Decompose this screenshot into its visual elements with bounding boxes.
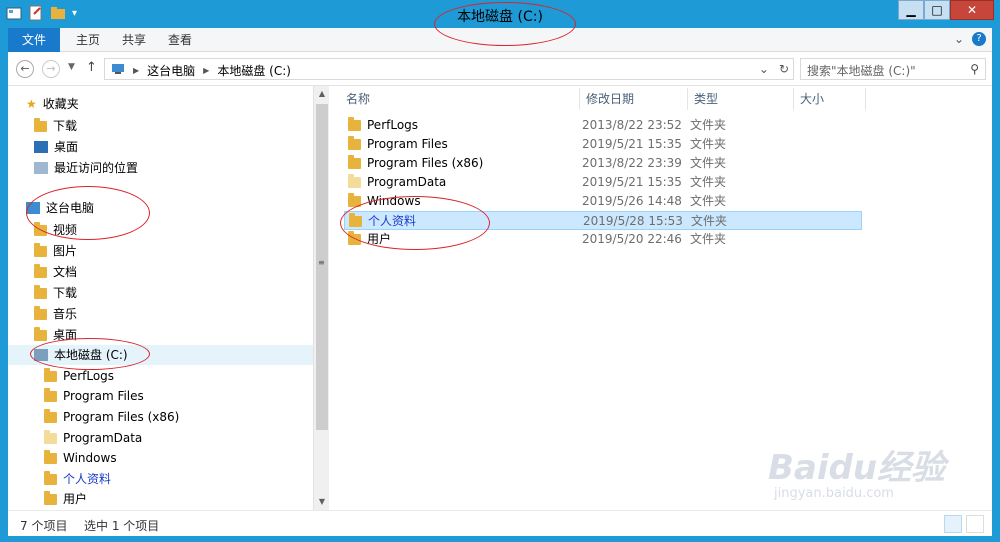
- tab-share[interactable]: 共享: [112, 28, 156, 52]
- column-date[interactable]: 修改日期: [580, 88, 688, 110]
- computer-small-icon: [111, 63, 125, 78]
- scroll-down-icon[interactable]: ▼: [314, 494, 330, 510]
- downloads-folder-icon: [34, 284, 47, 299]
- nav-favorite-downloads[interactable]: 下载: [34, 116, 77, 136]
- search-box[interactable]: 搜索"本地磁盘 (C:)" ⚲: [800, 58, 986, 80]
- breadcrumb-separator-icon: ▶: [203, 66, 210, 75]
- file-row[interactable]: Program Files (x86) 2013/8/22 23:39 文件夹: [344, 154, 862, 173]
- forward-button[interactable]: →: [42, 60, 60, 78]
- annotation-ellipse: [26, 186, 150, 240]
- folder-icon: [44, 387, 57, 402]
- folder-icon: [44, 470, 57, 485]
- nav-favorite-recent[interactable]: 最近访问的位置: [34, 158, 138, 178]
- back-button[interactable]: ←: [16, 60, 34, 78]
- nav-drive-windows[interactable]: Windows: [44, 448, 117, 468]
- nav-pc-music[interactable]: 音乐: [34, 304, 77, 324]
- folder-icon: [44, 449, 57, 464]
- file-row[interactable]: Program Files 2019/5/21 15:35 文件夹: [344, 135, 862, 154]
- breadcrumb-separator-icon: ▶: [133, 66, 140, 75]
- tab-view[interactable]: 查看: [158, 28, 202, 52]
- expand-ribbon-icon[interactable]: ⌄: [954, 32, 964, 46]
- up-arrow-icon[interactable]: ↑: [86, 60, 97, 75]
- column-size[interactable]: 大小: [794, 88, 866, 110]
- scroll-thumb[interactable]: [316, 104, 328, 430]
- details-view-button[interactable]: [944, 515, 962, 533]
- breadcrumb-this-pc[interactable]: 这台电脑: [147, 62, 195, 79]
- nav-favorites[interactable]: ★ 收藏夹: [26, 94, 79, 114]
- watermark-logo: Baidu经验: [768, 448, 946, 488]
- search-placeholder: 搜索"本地磁盘 (C:)": [807, 64, 916, 78]
- navigation-bar: ← → ▼ ↑ ▶ 这台电脑 ▶ 本地磁盘 (C:) ⌄ ↻ 搜索"本地磁盘 (…: [8, 52, 992, 86]
- file-row[interactable]: ProgramData 2019/5/21 15:35 文件夹: [344, 173, 862, 192]
- scroll-up-icon[interactable]: ▲: [314, 86, 330, 102]
- tab-file[interactable]: 文件: [8, 28, 60, 52]
- recent-locations-icon[interactable]: ▼: [68, 62, 75, 72]
- music-folder-icon: [34, 305, 47, 320]
- folder-icon: [348, 155, 361, 169]
- desktop-folder-icon: [34, 326, 47, 341]
- nav-pc-pictures[interactable]: 图片: [34, 241, 77, 261]
- watermark-url: jingyan.baidu.com: [774, 486, 894, 501]
- breadcrumb-local-disk[interactable]: 本地磁盘 (C:): [217, 62, 291, 79]
- folder-icon: [44, 490, 57, 505]
- close-button[interactable]: ✕: [950, 0, 994, 20]
- nav-scrollbar[interactable]: ▲ ≡ ▼: [313, 86, 329, 510]
- nav-drive-users[interactable]: 用户: [44, 489, 87, 509]
- tab-home[interactable]: 主页: [66, 28, 110, 52]
- nav-pc-documents[interactable]: 文档: [34, 262, 77, 282]
- address-bar[interactable]: ▶ 这台电脑 ▶ 本地磁盘 (C:) ⌄ ↻: [104, 58, 794, 80]
- nav-drive-programdata[interactable]: ProgramData: [44, 428, 142, 448]
- explorer-window: ▾ 本地磁盘 (C:) ▁ □ ✕ 文件 主页 共享 查看 ⌄ ? ← → ▼ …: [0, 0, 1000, 542]
- hidden-folder-icon: [348, 174, 361, 188]
- window-controls: ▁ □ ✕: [898, 0, 994, 20]
- annotation-ellipse: [340, 196, 490, 250]
- annotation-ellipse: [434, 2, 576, 46]
- documents-folder-icon: [34, 263, 47, 278]
- hidden-folder-icon: [44, 429, 57, 444]
- folder-icon: [44, 367, 57, 382]
- recent-places-icon: [34, 162, 48, 174]
- grip-icon: ≡: [318, 258, 325, 267]
- navigation-pane: ★ 收藏夹 下载 桌面 最近访问的位置 这台电脑 视频 图片 文档 下载 音乐 …: [8, 86, 313, 510]
- address-history-icon[interactable]: ⌄: [759, 62, 769, 76]
- star-icon: ★: [26, 97, 37, 111]
- file-row[interactable]: PerfLogs 2013/8/22 23:52 文件夹: [344, 116, 862, 135]
- nav-drive-program-files-x86[interactable]: Program Files (x86): [44, 407, 179, 427]
- selection-count: 选中 1 个项目: [84, 519, 160, 533]
- nav-drive-program-files[interactable]: Program Files: [44, 386, 144, 406]
- item-count: 7 个项目: [20, 519, 68, 533]
- status-bar: 7 个项目 选中 1 个项目: [8, 510, 992, 536]
- folder-icon: [348, 117, 361, 131]
- nav-favorite-desktop[interactable]: 桌面: [34, 137, 78, 157]
- downloads-folder-icon: [34, 117, 47, 132]
- help-icon[interactable]: ?: [972, 32, 986, 46]
- large-icons-view-button[interactable]: [966, 515, 984, 533]
- folder-icon: [348, 136, 361, 150]
- annotation-ellipse: [30, 338, 150, 370]
- column-name[interactable]: 名称: [340, 88, 580, 110]
- desktop-icon: [34, 141, 48, 153]
- nav-drive-personal[interactable]: 个人资料: [44, 469, 111, 489]
- column-type[interactable]: 类型: [688, 88, 794, 110]
- nav-pc-downloads[interactable]: 下载: [34, 283, 77, 303]
- search-icon[interactable]: ⚲: [970, 62, 979, 76]
- minimize-button[interactable]: ▁: [898, 0, 924, 20]
- folder-icon: [44, 408, 57, 423]
- pictures-folder-icon: [34, 242, 47, 257]
- maximize-button[interactable]: □: [924, 0, 950, 20]
- refresh-icon[interactable]: ↻: [779, 62, 789, 76]
